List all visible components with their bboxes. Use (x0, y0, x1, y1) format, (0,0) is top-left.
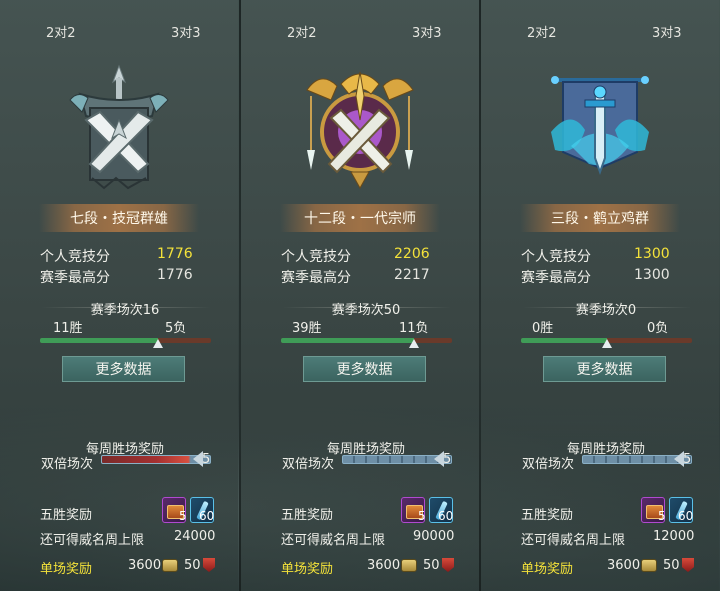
more-data-button[interactable]: 更多数据 (543, 356, 666, 382)
personal-score-value: 1776 (157, 246, 193, 262)
coin-icon (641, 559, 657, 572)
five-win-reward-label: 五胜奖励 (521, 508, 574, 523)
personal-score-label: 个人竞技分 (521, 249, 591, 265)
single-badge-value: 50 (423, 558, 440, 573)
weekly-limit-value: 12000 (653, 529, 695, 544)
rank-title: 七段・技冠群雄 (39, 204, 199, 232)
chest-count: 5 (179, 509, 187, 523)
season-high-value: 1300 (634, 267, 670, 283)
season-high-label: 赛季最高分 (40, 270, 110, 286)
wins-count: 11胜 (53, 321, 83, 336)
rank-emblem-silver-icon (69, 64, 169, 190)
coin-icon (401, 559, 417, 572)
tab-2v2[interactable]: 2对2 (527, 22, 557, 41)
win-portion (281, 338, 415, 343)
single-coin-value: 3600 (607, 558, 641, 573)
single-badge-value: 50 (663, 558, 680, 573)
rank-panel-3: 2对2 3对3 三段・鹤立鸡群 个人竞技分 1300 赛季最高分 1300 赛季… (481, 0, 719, 591)
season-high-label: 赛季最高分 (521, 270, 591, 286)
tab-3v3[interactable]: 3对3 (652, 22, 682, 41)
weekly-limit-label: 还可得威名周上限 (521, 533, 626, 548)
single-reward-label: 单场奖励 (281, 562, 334, 577)
chest-count: 5 (418, 509, 426, 523)
tab-3v3[interactable]: 3对3 (171, 22, 201, 41)
personal-score-label: 个人竞技分 (281, 249, 351, 265)
season-high-value: 1776 (157, 267, 193, 283)
losses-count: 0负 (647, 321, 669, 336)
win-portion (521, 338, 607, 343)
double-games-count: 5 (683, 452, 692, 467)
rank-title: 十二段・一代宗师 (280, 204, 440, 232)
single-reward-label: 单场奖励 (40, 562, 93, 577)
double-games-label: 双倍场次 (282, 457, 335, 472)
double-games-count: 5 (443, 452, 452, 467)
win-portion (40, 338, 158, 343)
season-high-label: 赛季最高分 (281, 270, 351, 286)
single-coin-value: 3600 (367, 558, 401, 573)
losses-count: 11负 (399, 321, 429, 336)
scroll-count: 60 (678, 509, 694, 523)
weekly-limit-label: 还可得威名周上限 (40, 533, 145, 548)
wins-count: 0胜 (532, 321, 554, 336)
tab-2v2[interactable]: 2对2 (46, 22, 76, 41)
win-loss-bar (40, 338, 211, 343)
badge-icon (442, 558, 454, 572)
season-high-value: 2217 (394, 267, 430, 283)
season-games: 赛季场次0 (575, 303, 637, 318)
badge-icon (682, 558, 694, 572)
tab-3v3[interactable]: 3对3 (412, 22, 442, 41)
single-reward-label: 单场奖励 (521, 562, 574, 577)
double-games-count: 5 (202, 452, 211, 467)
season-games: 赛季场次16 (90, 303, 160, 318)
rank-title: 三段・鹤立鸡群 (520, 204, 680, 232)
season-games: 赛季场次50 (331, 303, 401, 318)
scroll-count: 60 (199, 509, 215, 523)
double-games-label: 双倍场次 (41, 457, 94, 472)
personal-score-label: 个人竞技分 (40, 249, 110, 265)
chest-count: 5 (658, 509, 666, 523)
more-data-button[interactable]: 更多数据 (303, 356, 426, 382)
rank-panel-2: 2对2 3对3 十二段・一代宗师 个人竞技分 2206 赛季最高分 2217 赛… (241, 0, 479, 591)
rank-emblem-blue-icon (551, 76, 649, 175)
personal-score-value: 1300 (634, 246, 670, 262)
weekly-limit-value: 90000 (413, 529, 455, 544)
scroll-count: 60 (438, 509, 454, 523)
five-win-reward-label: 五胜奖励 (281, 508, 334, 523)
losses-count: 5负 (165, 321, 187, 336)
badge-icon (203, 558, 215, 572)
rank-emblem-gold-icon (306, 71, 414, 190)
tab-2v2[interactable]: 2对2 (287, 22, 317, 41)
double-games-label: 双倍场次 (522, 457, 575, 472)
weekly-limit-value: 24000 (174, 529, 216, 544)
wins-count: 39胜 (292, 321, 322, 336)
weekly-limit-label: 还可得威名周上限 (281, 533, 386, 548)
five-win-reward-label: 五胜奖励 (40, 508, 93, 523)
single-badge-value: 50 (184, 558, 201, 573)
win-ratio-marker (152, 339, 163, 348)
single-coin-value: 3600 (128, 558, 162, 573)
personal-score-value: 2206 (394, 246, 430, 262)
rank-panel-1: 2对2 3对3 七段・技冠群雄 个人竞技分 1776 赛季最高分 1776 赛季… (0, 0, 238, 591)
coin-icon (162, 559, 178, 572)
win-loss-bar (281, 338, 452, 343)
win-ratio-marker (409, 339, 420, 348)
win-ratio-marker (601, 339, 612, 348)
more-data-button[interactable]: 更多数据 (62, 356, 185, 382)
